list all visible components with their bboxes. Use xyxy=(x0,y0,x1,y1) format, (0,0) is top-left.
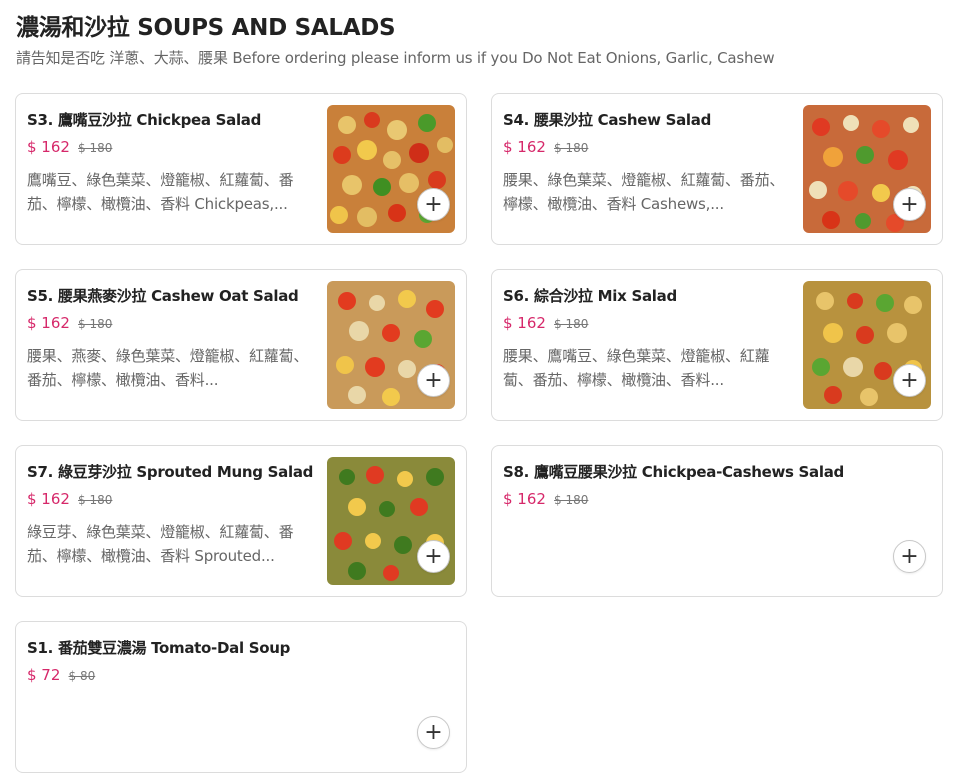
add-to-cart-button[interactable]: + xyxy=(417,716,450,749)
section-title: 濃湯和沙拉 SOUPS AND SALADS xyxy=(16,15,396,41)
item-name: S7. 綠豆芽沙拉 Sprouted Mung Salad xyxy=(27,463,314,481)
price-row: $ 162 $ 180 xyxy=(27,137,112,156)
price-row: $ 162 $ 180 xyxy=(503,137,588,156)
item-description: 腰果、綠色葉菜、燈籠椒、紅蘿蔔、番茄、檸檬、橄欖油、香料 Cashews,... xyxy=(503,171,785,213)
item-price: $ 162 xyxy=(27,314,70,332)
item-description: 鷹嘴豆、綠色葉菜、燈籠椒、紅蘿蔔、番茄、檸檬、橄欖油、香料 Chickpeas,… xyxy=(27,171,294,213)
add-to-cart-button[interactable]: + xyxy=(893,540,926,573)
item-description: 綠豆芽、綠色葉菜、燈籠椒、紅蘿蔔、番茄、檸檬、橄欖油、香料 Sprouted..… xyxy=(27,523,294,565)
item-price: $ 162 xyxy=(27,490,70,508)
add-to-cart-button[interactable]: + xyxy=(893,364,926,397)
item-price: $ 72 xyxy=(27,666,61,684)
item-price: $ 162 xyxy=(503,138,546,156)
item-price: $ 162 xyxy=(503,490,546,508)
item-price: $ 162 xyxy=(27,138,70,156)
plus-icon: + xyxy=(900,191,919,217)
item-original-price: $ 180 xyxy=(78,317,113,331)
item-name: S5. 腰果燕麥沙拉 Cashew Oat Salad xyxy=(27,287,299,305)
item-original-price: $ 180 xyxy=(78,141,113,155)
add-to-cart-button[interactable]: + xyxy=(417,364,450,397)
price-row: $ 162 $ 180 xyxy=(27,313,112,332)
item-original-price: $ 180 xyxy=(554,141,589,155)
menu-item-card-s4[interactable]: S4. 腰果沙拉 Cashew Salad $ 162 $ 180 腰果、綠色葉… xyxy=(491,93,943,245)
item-original-price: $ 180 xyxy=(554,493,589,507)
plus-icon: + xyxy=(900,543,919,569)
menu-item-card-s3[interactable]: S3. 鷹嘴豆沙拉 Chickpea Salad $ 162 $ 180 鷹嘴豆… xyxy=(15,93,467,245)
item-price: $ 162 xyxy=(503,314,546,332)
item-name: S1. 番茄雙豆濃湯 Tomato-Dal Soup xyxy=(27,639,291,657)
item-name: S4. 腰果沙拉 Cashew Salad xyxy=(503,111,711,129)
price-row: $ 162 $ 180 xyxy=(27,489,112,508)
add-to-cart-button[interactable]: + xyxy=(417,188,450,221)
price-row: $ 72 $ 80 xyxy=(27,665,95,684)
add-to-cart-button[interactable]: + xyxy=(893,188,926,221)
item-name: S6. 綜合沙拉 Mix Salad xyxy=(503,287,677,305)
menu-item-card-s5[interactable]: S5. 腰果燕麥沙拉 Cashew Oat Salad $ 162 $ 180 … xyxy=(15,269,467,421)
item-description: 腰果、鷹嘴豆、綠色葉菜、燈籠椒、紅蘿蔔、番茄、檸檬、橄欖油、香料... xyxy=(503,347,770,389)
add-to-cart-button[interactable]: + xyxy=(417,540,450,573)
menu-item-card-s8[interactable]: S8. 鷹嘴豆腰果沙拉 Chickpea-Cashews Salad $ 162… xyxy=(491,445,943,597)
menu-item-card-s1[interactable]: S1. 番茄雙豆濃湯 Tomato-Dal Soup $ 72 $ 80 + xyxy=(15,621,467,773)
plus-icon: + xyxy=(424,191,443,217)
item-name: S3. 鷹嘴豆沙拉 Chickpea Salad xyxy=(27,111,262,129)
menu-item-card-s6[interactable]: S6. 綜合沙拉 Mix Salad $ 162 $ 180 腰果、鷹嘴豆、綠色… xyxy=(491,269,943,421)
plus-icon: + xyxy=(424,543,443,569)
menu-item-card-s7[interactable]: S7. 綠豆芽沙拉 Sprouted Mung Salad $ 162 $ 18… xyxy=(15,445,467,597)
plus-icon: + xyxy=(900,367,919,393)
plus-icon: + xyxy=(424,719,443,745)
price-row: $ 162 $ 180 xyxy=(503,489,588,508)
item-original-price: $ 80 xyxy=(68,669,96,683)
item-name: S8. 鷹嘴豆腰果沙拉 Chickpea-Cashews Salad xyxy=(503,463,844,481)
price-row: $ 162 $ 180 xyxy=(503,313,588,332)
item-original-price: $ 180 xyxy=(554,317,589,331)
section-note: 請告知是否吃 洋蔥、大蒜、腰果 Before ordering please i… xyxy=(16,49,775,67)
item-description: 腰果、燕麥、綠色葉菜、燈籠椒、紅蘿蔔、番茄、檸檬、橄欖油、香料... xyxy=(27,347,309,389)
item-original-price: $ 180 xyxy=(78,493,113,507)
plus-icon: + xyxy=(424,367,443,393)
